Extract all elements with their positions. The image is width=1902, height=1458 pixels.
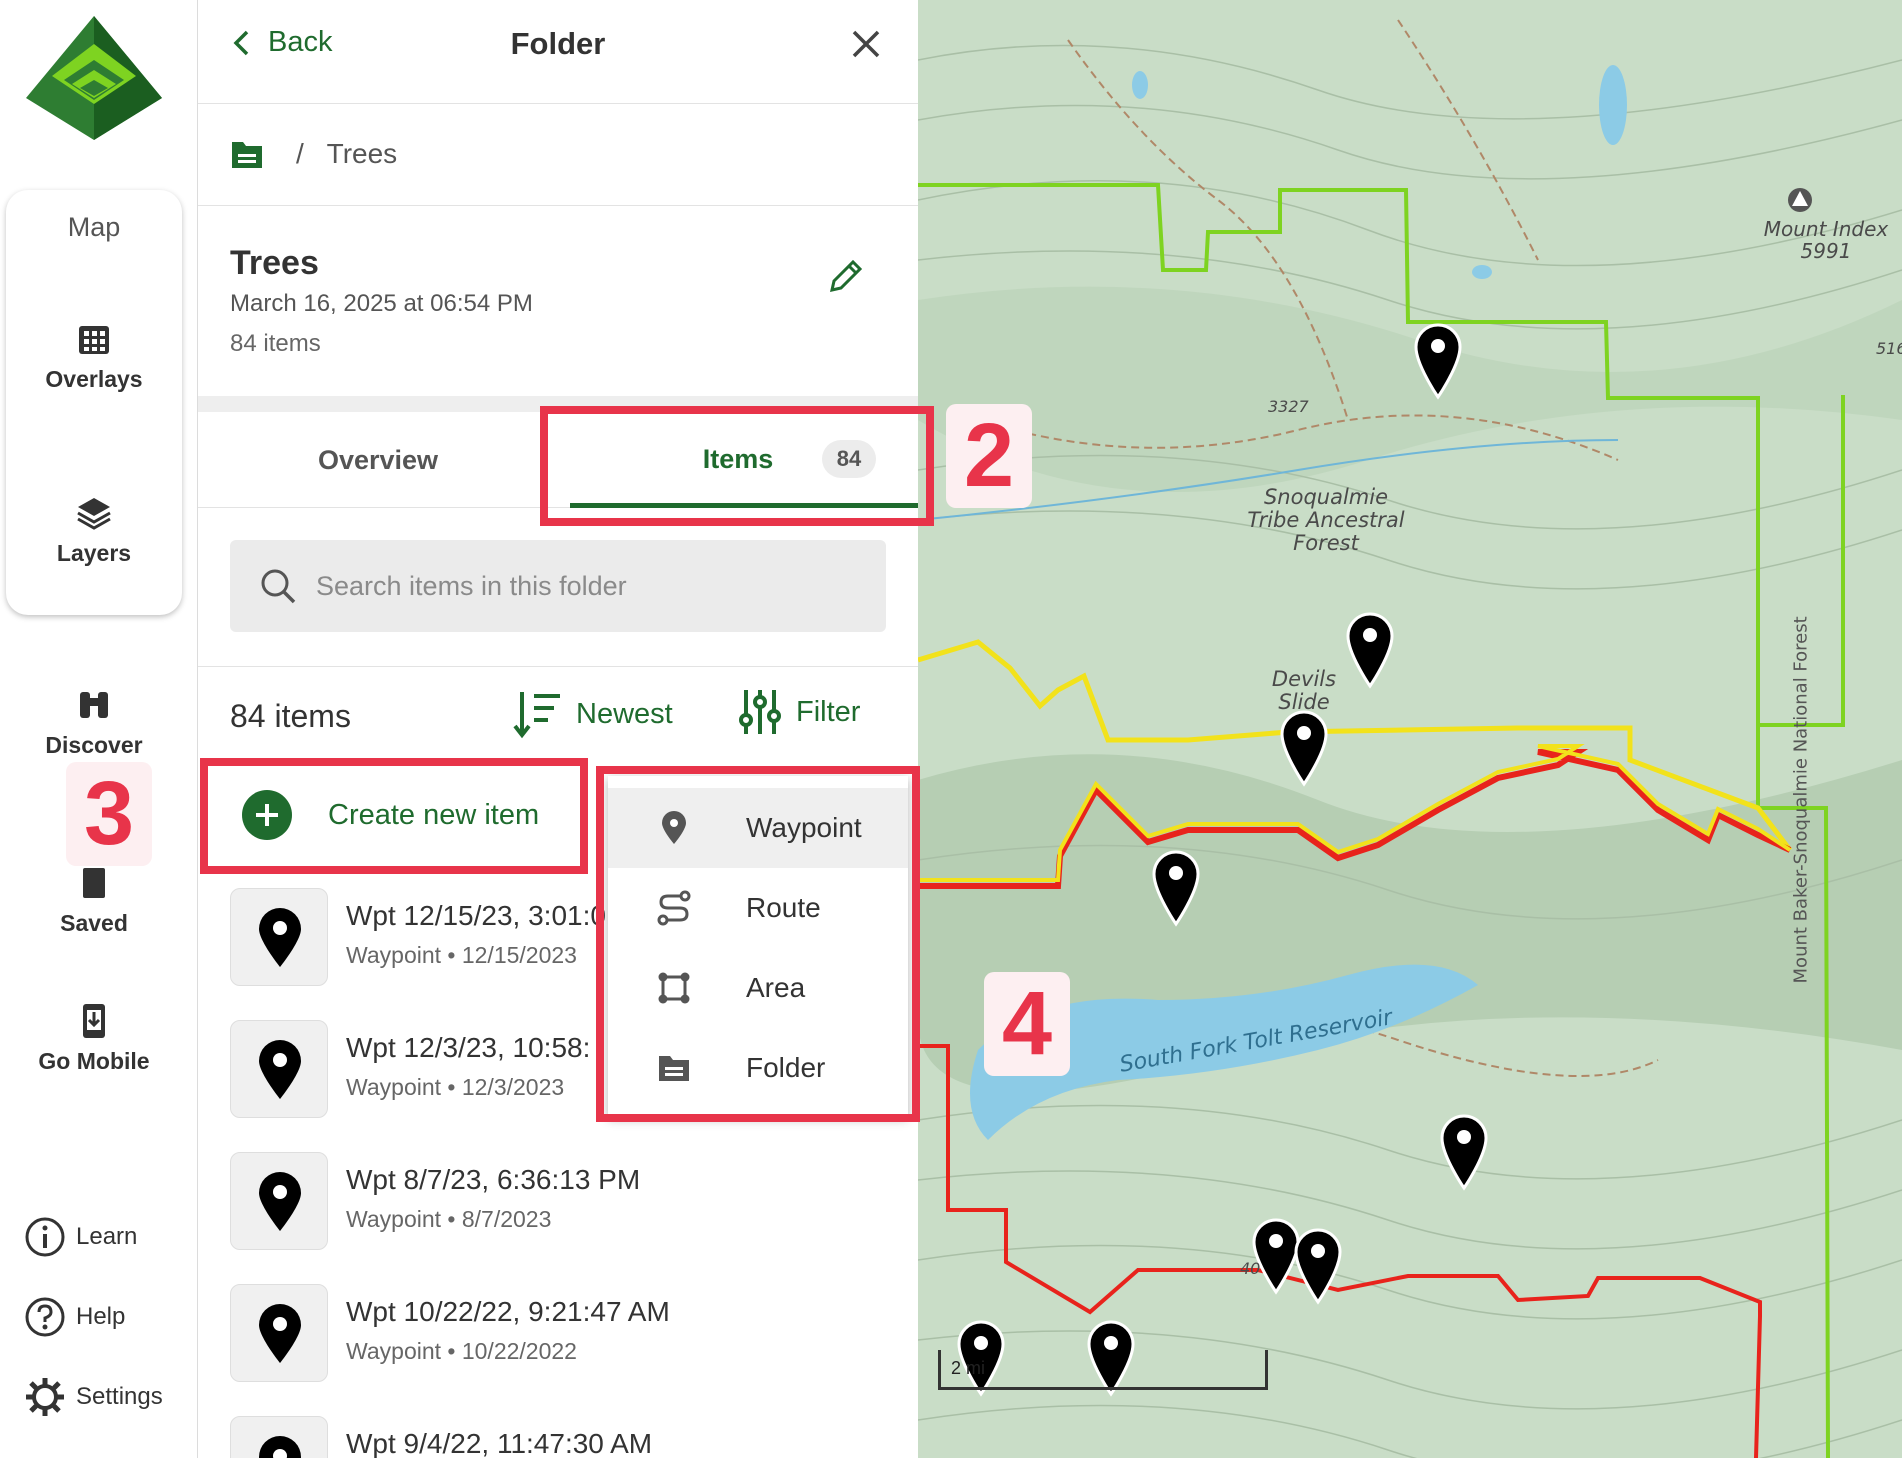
search-input[interactable] [316,540,856,632]
help-icon [25,1297,65,1337]
annotation-box-items-tab [540,406,934,526]
panel-title: Folder [510,26,606,61]
list-item-title: Wpt 12/15/23, 3:01:0 [346,900,606,931]
tab-overview-label: Overview [317,444,439,475]
map-view[interactable]: Mount Index 5991 Snoqualmie Tribe Ancest… [918,0,1902,1458]
rail-go-mobile-button[interactable]: Go Mobile [0,1002,188,1075]
folder-info: Trees March 16, 2025 at 06:54 PM 84 item… [198,206,918,396]
rail-settings-label: Settings [76,1383,163,1410]
overlays-icon [79,326,109,354]
rail-saved-button[interactable]: Saved [0,864,188,937]
rail-saved-label: Saved [60,910,128,936]
search-box [230,540,886,632]
rail-overlays-label: Overlays [45,366,143,392]
annotation-box-create-button [200,758,588,874]
list-item[interactable]: Wpt 10/22/22, 9:21:47 AM Waypoint • 10/2… [230,1284,910,1384]
mobile-download-icon [83,1004,105,1038]
sliders-icon [739,690,781,734]
folder-panel: Back Folder / Trees Trees March 16, 2025… [198,0,918,1458]
tab-overview[interactable]: Overview [198,412,558,508]
saved-icon [83,868,105,898]
gaia-logo[interactable] [24,14,164,142]
filter-button[interactable]: Filter [738,688,860,736]
list-item[interactable]: Wpt 9/4/22, 11:47:30 AM [230,1416,910,1458]
map-pin-icon [259,1304,301,1363]
list-item-title: Wpt 8/7/23, 6:36:13 PM [346,1164,641,1195]
list-item-subtitle: Waypoint • 12/3/2023 [346,1074,565,1100]
annotation-number-4: 4 [984,972,1070,1076]
map-pin-icon [259,1436,301,1458]
gear-icon [26,1378,64,1416]
folder-item-count: 84 items [230,330,321,357]
map-label-elevation: 516 [1876,339,1902,358]
map-label-devils-slide: Devils Slide [1271,667,1337,715]
map-scale-label: 2 mi [951,1358,986,1378]
map-label-elevation: 40 [1240,1259,1261,1278]
filter-label: Filter [796,695,861,728]
info-icon [25,1217,65,1257]
folder-date: March 16, 2025 at 06:54 PM [230,290,533,317]
folder-icon[interactable] [230,138,264,170]
binoculars-icon [80,692,108,718]
items-count-label: 84 items [230,698,351,734]
rail-learn-label: Learn [76,1223,138,1250]
divider [198,666,918,667]
map-label-elevation: 3327 [1268,397,1309,416]
map-scale-bar: 2 mi [938,1350,1268,1390]
left-rail: Map Overlays Layers Discover Saved Go Mo… [0,0,198,1458]
breadcrumb-current: / Trees [296,138,397,170]
waypoint-thumbnail [230,1416,328,1458]
list-item-title: Wpt 9/4/22, 11:47:30 AM [346,1428,653,1458]
list-item-subtitle: Waypoint • 12/15/2023 [346,942,577,968]
rail-map-label: Map [67,212,121,242]
sort-icon [513,692,560,739]
folder-name: Trees [230,244,319,282]
rail-settings-button[interactable]: Settings [24,1376,163,1418]
rail-overlays-button[interactable]: Overlays [0,320,188,393]
annotation-box-create-menu [596,766,920,1122]
rail-discover-label: Discover [45,732,143,758]
map-pin-icon [259,908,301,967]
pencil-icon[interactable] [826,256,866,296]
waypoint-thumbnail [230,1152,328,1250]
waypoint-thumbnail [230,888,328,986]
rail-layers-button[interactable]: Layers [0,494,188,567]
list-item-subtitle: Waypoint • 10/22/2022 [346,1338,577,1364]
map-label-national-forest: Mount Baker-Snoqualmie National Forest [1790,616,1812,984]
waypoint-thumbnail [230,1020,328,1118]
breadcrumb: / Trees [198,104,918,206]
search-icon [261,569,296,604]
layers-icon [77,498,111,530]
close-icon[interactable] [848,26,884,62]
rail-help-button[interactable]: Help [24,1296,125,1338]
rail-layers-label: Layers [56,540,132,566]
rail-learn-button[interactable]: Learn [24,1216,137,1258]
list-item-title: Wpt 10/22/22, 9:21:47 AM [346,1296,670,1327]
sort-button[interactable]: Newest [512,688,673,740]
panel-header: Back Folder [198,0,918,104]
rail-help-label: Help [76,1303,126,1330]
rail-go-mobile-label: Go Mobile [38,1048,150,1074]
rail-map-button[interactable]: Map [0,212,188,243]
map-label-snoqualmie-forest: Snoqualmie Tribe Ancestral Forest [1247,485,1405,556]
waypoint-thumbnail [230,1284,328,1382]
breadcrumb-current-label: Trees [326,138,398,169]
list-item-title: Wpt 12/3/23, 10:58: [346,1032,591,1063]
list-item[interactable]: Wpt 8/7/23, 6:36:13 PM Waypoint • 8/7/20… [230,1152,910,1252]
annotation-number-2: 2 [946,404,1032,508]
breadcrumb-separator: / [296,138,304,169]
annotation-number-3: 3 [66,762,152,866]
rail-discover-button[interactable]: Discover [0,686,188,759]
map-pin-icon [259,1040,301,1099]
sort-label: Newest [576,697,673,730]
map-pin-icon [259,1172,301,1231]
map-label-mount-index: Mount Index 5991 [1763,217,1889,263]
list-item-subtitle: Waypoint • 8/7/2023 [346,1206,552,1232]
